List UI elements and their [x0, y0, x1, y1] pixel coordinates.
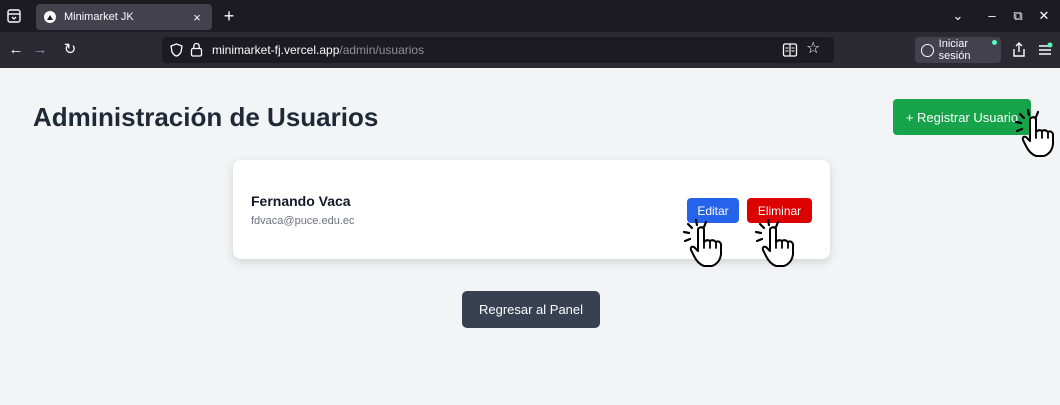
user-card: Fernando Vaca fdvaca@puce.edu.ec Editar … — [233, 160, 830, 259]
pointing-hand-click-icon — [682, 218, 722, 267]
reader-mode-icon[interactable] — [782, 42, 798, 58]
back-to-panel-button[interactable]: Regresar al Panel — [462, 291, 600, 328]
close-window-button[interactable]: ✕ — [1032, 6, 1056, 26]
page-content: Administración de Usuarios + Registrar U… — [0, 68, 1060, 405]
list-all-tabs-button[interactable]: ⌄ — [946, 6, 970, 26]
nav-bar: ← → ↻ minimarket-fj.vercel.app/admin/usu… — [0, 32, 1060, 68]
notification-dot — [992, 40, 997, 45]
url-text: minimarket-fj.vercel.app/admin/usuarios — [212, 43, 425, 57]
bookmark-star-icon[interactable]: ☆ — [806, 40, 820, 58]
url-bar[interactable]: minimarket-fj.vercel.app/admin/usuarios … — [162, 37, 834, 63]
site-favicon-icon — [44, 11, 56, 23]
lock-icon[interactable] — [190, 42, 203, 57]
browser-tab[interactable]: Minimarket JK × — [36, 4, 212, 30]
restore-button[interactable]: ⧉ — [1006, 6, 1030, 26]
reload-button[interactable]: ↻ — [60, 40, 80, 60]
user-email: fdvaca@puce.edu.ec — [251, 215, 355, 227]
app-menu-icon[interactable] — [1037, 41, 1053, 59]
forward-button[interactable]: → — [30, 40, 50, 60]
share-icon[interactable] — [1011, 41, 1027, 59]
page-title: Administración de Usuarios — [33, 102, 379, 132]
register-user-button[interactable]: + Registrar Usuario — [893, 99, 1031, 135]
account-icon — [921, 43, 934, 57]
shield-icon[interactable] — [170, 43, 183, 57]
signin-button[interactable]: Iniciar sesión — [915, 37, 1001, 63]
tab-bar: Minimarket JK × + ⌄ – ⧉ ✕ — [0, 0, 1060, 32]
new-tab-button[interactable]: + — [219, 5, 239, 27]
back-button[interactable]: ← — [6, 40, 26, 60]
pointing-hand-click-icon — [1014, 108, 1054, 157]
user-name: Fernando Vaca — [251, 193, 351, 209]
pointing-hand-click-icon — [754, 218, 794, 267]
minimize-button[interactable]: – — [980, 6, 1004, 26]
tab-title: Minimarket JK — [64, 11, 134, 23]
tab-close-icon[interactable]: × — [190, 10, 204, 25]
list-tabs-icon[interactable] — [4, 6, 24, 26]
